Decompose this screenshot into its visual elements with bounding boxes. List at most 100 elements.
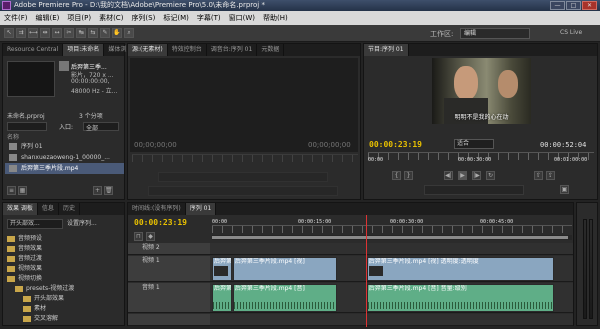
extract-icon[interactable]: ⇪ (546, 171, 555, 180)
menu-edit[interactable]: 编辑(E) (32, 13, 64, 23)
zoom-tool-icon[interactable]: ⌕ (124, 28, 134, 38)
track-select-tool-icon[interactable]: ⇉ (16, 28, 26, 38)
search-input[interactable] (7, 122, 47, 131)
tab-effects[interactable]: 效果 调板 (3, 203, 38, 215)
clip-label: 后羿第三季片段.mp4 [视] (234, 258, 305, 265)
hand-tool-icon[interactable]: ✋ (112, 28, 122, 38)
program-tabs: 节目:序列 01 (364, 44, 597, 56)
track-header[interactable]: 音频 1 (128, 283, 210, 312)
menu-help[interactable]: 帮助(H) (259, 13, 292, 23)
track-header[interactable]: 视频 1 (128, 256, 210, 281)
audio-clip[interactable]: 后羿第三季片段.mp4 [音] 音量:级别 (366, 284, 554, 312)
close-button[interactable]: ✕ (582, 1, 597, 10)
audio-clip[interactable]: 后羿第三季片段.mp4 [音] (232, 284, 338, 312)
video-clip[interactable]: 后羿第三季片段.mp4 [视] 透明度:透明度 (366, 257, 554, 281)
tab-program[interactable]: 节目:序列 01 (364, 44, 409, 56)
minimize-button[interactable]: — (550, 1, 565, 10)
effects-folder[interactable]: 视频效果 (7, 264, 42, 274)
list-item-label: 序列 01 (21, 143, 43, 150)
menu-file[interactable]: 文件(F) (0, 13, 32, 23)
search-in-dropdown[interactable]: 全部 (83, 122, 119, 132)
slip-tool-icon[interactable]: ↹ (76, 28, 86, 38)
menu-sequence[interactable]: 序列(S) (127, 13, 159, 23)
mark-in-icon[interactable]: { (392, 171, 401, 180)
delete-icon[interactable]: 🗑 (104, 186, 113, 195)
program-jog-shuttle[interactable] (424, 185, 524, 195)
new-item-icon[interactable]: + (93, 186, 102, 195)
effects-folder[interactable]: 音频过渡 (7, 254, 42, 264)
rate-stretch-tool-icon[interactable]: ↔ (52, 28, 62, 38)
tab-source[interactable]: 源:(无素材) (128, 44, 168, 56)
video-clip[interactable]: 后羿第三季片段.mp4 [视] (232, 257, 338, 281)
audio-clip[interactable]: 后羿第 (212, 284, 232, 312)
list-item[interactable]: 序列 01 (5, 141, 124, 152)
program-current-timecode[interactable]: 00:00:23:19 (369, 140, 422, 149)
effects-tabs: 效果 调板 信息 历史 (3, 203, 124, 215)
sequence-preset-dropdown[interactable]: 设置序列... (67, 219, 121, 229)
tab-info[interactable]: 信息 (38, 203, 59, 215)
tools-toolbar: ↖ ⇉ ⟷ ⇹ ↔ ✂ ↹ ⇆ ✎ ✋ ⌕ 工作区: 编辑 CS Live (0, 25, 600, 42)
play-button-icon[interactable]: ▶ (458, 171, 467, 180)
razor-tool-icon[interactable]: ✂ (64, 28, 74, 38)
column-header-name[interactable]: 名称 (7, 132, 120, 141)
icon-view-icon[interactable]: ▦ (18, 186, 27, 195)
effects-filter-dropdown[interactable]: 开头部效... (7, 219, 63, 229)
track-header[interactable] (128, 314, 210, 325)
effects-folder[interactable]: presets-视频过渡 (15, 284, 74, 294)
step-back-icon[interactable]: ◀| (444, 171, 453, 180)
timeline-playhead[interactable] (366, 215, 367, 327)
cs-live-button[interactable]: CS Live (560, 29, 582, 36)
snap-icon[interactable]: ⊓ (134, 232, 143, 241)
video-person-right (498, 70, 518, 98)
effects-folder[interactable]: 交叉溶解 (23, 314, 58, 324)
timeline-current-timecode[interactable]: 00:00:23:19 (134, 218, 187, 227)
source-jog-shuttle[interactable] (148, 186, 338, 196)
mark-out-icon[interactable]: } (404, 171, 413, 180)
tab-metadata[interactable]: 元数据 (257, 44, 285, 56)
list-item[interactable]: shanxuezaoweng-1_00000_... (5, 152, 124, 163)
menu-clip[interactable]: 素材(C) (95, 13, 127, 23)
audio-meter-right (589, 219, 593, 319)
tab-audio-mixer[interactable]: 调音台:序列 01 (207, 44, 258, 56)
video-clip[interactable]: 后羿第 (212, 257, 232, 281)
source-time-ruler[interactable] (132, 154, 358, 162)
loop-icon[interactable]: ↻ (486, 171, 495, 180)
rolling-edit-tool-icon[interactable]: ⇹ (40, 28, 50, 38)
menu-window[interactable]: 窗口(W) (225, 13, 259, 23)
list-view-icon[interactable]: ≡ (7, 186, 16, 195)
workspace-dropdown[interactable]: 编辑 (460, 28, 530, 39)
effects-folder[interactable]: 开头部效果 (23, 294, 64, 304)
tab-timeline-empty[interactable]: 时间线:(没有序列) (128, 203, 186, 215)
add-marker-icon[interactable]: ◆ (146, 232, 155, 241)
source-transport-controls[interactable] (158, 172, 328, 182)
pen-tool-icon[interactable]: ✎ (100, 28, 110, 38)
effects-panel: 效果 调板 信息 历史 开头部效... 设置序列... 音频预设 音频效果 音频… (2, 202, 125, 326)
maximize-button[interactable]: □ (566, 1, 581, 10)
menu-marker[interactable]: 标记(M) (159, 13, 193, 23)
zoom-fit-dropdown[interactable]: 适合 (454, 139, 494, 149)
effects-folder[interactable]: 音频预设 (7, 234, 42, 244)
source-current-timecode[interactable]: 00;00;00;00 (134, 141, 177, 149)
tab-effect-controls[interactable]: 特效控制台 (168, 44, 207, 56)
track-header[interactable]: 视频 2 (128, 243, 210, 254)
list-item[interactable]: 后羿第三季片段.mp4 (5, 163, 124, 174)
slide-tool-icon[interactable]: ⇆ (88, 28, 98, 38)
menu-title[interactable]: 字幕(T) (193, 13, 225, 23)
ripple-edit-tool-icon[interactable]: ⟷ (28, 28, 38, 38)
effects-folder[interactable]: 音频效果 (7, 244, 42, 254)
tab-project[interactable]: 项目:未命名 (63, 44, 105, 56)
timeline-time-ruler[interactable] (212, 225, 572, 233)
effects-folder[interactable]: 视频切换 (7, 274, 42, 284)
tab-resource-central[interactable]: Resource Central (3, 44, 64, 56)
premiere-app-icon (2, 1, 11, 10)
tab-sequence-01[interactable]: 序列 01 (185, 203, 217, 215)
export-frame-icon[interactable]: ▣ (560, 185, 569, 194)
menu-project[interactable]: 项目(P) (63, 13, 95, 23)
selection-tool-icon[interactable]: ↖ (4, 28, 14, 38)
clip-type-icon (59, 61, 69, 71)
effects-folder[interactable]: 素材 (23, 304, 46, 314)
step-forward-icon[interactable]: |▶ (472, 171, 481, 180)
tab-history[interactable]: 历史 (59, 203, 80, 215)
lift-icon[interactable]: ⇧ (534, 171, 543, 180)
work-area-bar[interactable] (212, 235, 572, 240)
